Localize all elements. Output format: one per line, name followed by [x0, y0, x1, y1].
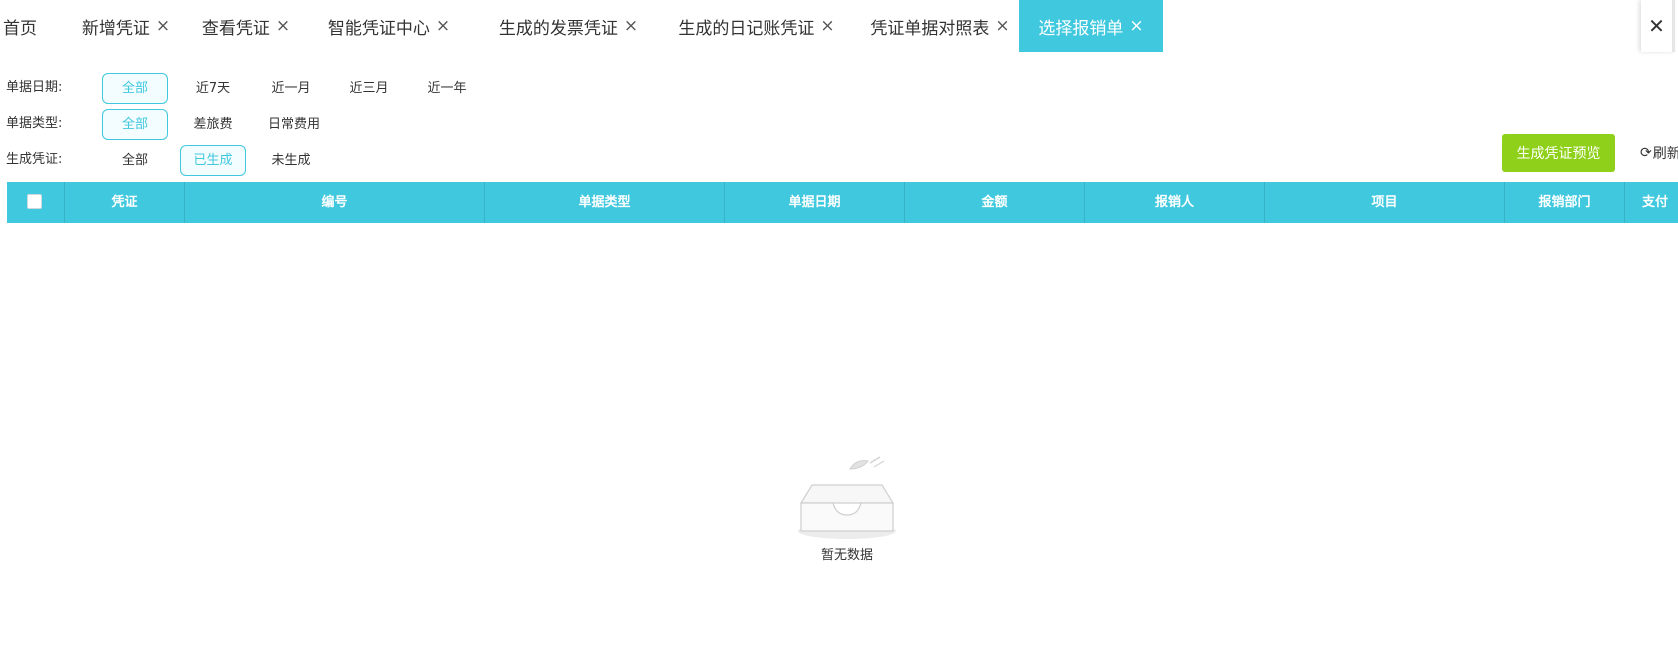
refresh-label: 刷新: [1652, 146, 1678, 162]
tab-smart-voucher-center[interactable]: 智能凭证中心 ×: [318, 0, 460, 52]
filter-date-7days[interactable]: 近7天: [180, 73, 246, 104]
column-header-doc-date[interactable]: 单据日期: [725, 182, 905, 223]
tab-bar: 首页 新增凭证 × 查看凭证 × 智能凭证中心 × 生成的发票凭证 × 生成的日…: [0, 0, 1678, 52]
refresh-icon: ⟳: [1640, 145, 1652, 161]
close-all-tabs-button[interactable]: ✕: [1641, 0, 1675, 52]
close-icon[interactable]: ×: [995, 16, 1009, 36]
column-header-project[interactable]: 项目: [1265, 182, 1505, 223]
filter-date-3months[interactable]: 近三月: [336, 73, 402, 104]
table-header-select-all: [7, 182, 65, 223]
column-header-department[interactable]: 报销部门: [1505, 182, 1625, 223]
tab-voucher-doc-table[interactable]: 凭证单据对照表 ×: [870, 0, 1010, 52]
close-icon[interactable]: ×: [624, 16, 638, 36]
column-header-payment[interactable]: 支付: [1625, 182, 1678, 223]
close-icon[interactable]: ×: [820, 16, 834, 36]
refresh-button[interactable]: ⟳ 刷新: [1640, 143, 1678, 163]
page: 首页 新增凭证 × 查看凭证 × 智能凭证中心 × 生成的发票凭证 × 生成的日…: [0, 0, 1678, 671]
close-icon[interactable]: ×: [276, 16, 290, 36]
tab-label: 生成的日记账凭证: [678, 18, 815, 39]
tab-journal-voucher[interactable]: 生成的日记账凭证 ×: [675, 0, 838, 52]
filter-date-1year[interactable]: 近一年: [414, 73, 480, 104]
tab-home[interactable]: 首页: [0, 0, 40, 52]
column-header-number[interactable]: 编号: [185, 182, 485, 223]
tab-label: 首页: [3, 18, 37, 39]
close-icon[interactable]: ×: [1129, 16, 1143, 36]
tab-label: 生成的发票凭证: [498, 18, 618, 39]
tab-label: 选择报销单: [1038, 18, 1124, 39]
tab-select-expense-report[interactable]: 选择报销单 ×: [1019, 0, 1163, 52]
filter-type-label: 单据类型:: [6, 116, 63, 131]
column-header-claimant[interactable]: 报销人: [1085, 182, 1265, 223]
close-icon[interactable]: ×: [156, 16, 170, 36]
table-header: 凭证 编号 单据类型 单据日期 金额 报销人 项目 报销部门 支付: [7, 182, 1678, 223]
column-header-amount[interactable]: 金额: [905, 182, 1085, 223]
filter-voucher-all[interactable]: 全部: [102, 145, 168, 176]
select-all-checkbox[interactable]: [27, 194, 42, 209]
tab-label: 智能凭证中心: [327, 18, 430, 39]
filter-voucher-not-generated[interactable]: 未生成: [258, 145, 324, 176]
filter-date-label: 单据日期:: [6, 80, 63, 95]
column-header-doc-type[interactable]: 单据类型: [485, 182, 725, 223]
empty-state-text: 暂无数据: [820, 548, 873, 563]
empty-state: 暂无数据: [790, 455, 904, 565]
filter-type-all[interactable]: 全部: [102, 109, 168, 140]
tab-label: 凭证单据对照表: [870, 18, 990, 39]
filter-voucher-label: 生成凭证:: [6, 152, 63, 167]
column-header-voucher[interactable]: 凭证: [65, 182, 185, 223]
close-icon: ✕: [1648, 14, 1665, 38]
filter-date-1month[interactable]: 近一月: [258, 73, 324, 104]
filter-date-all[interactable]: 全部: [102, 73, 168, 104]
filter-voucher-generated[interactable]: 已生成: [180, 145, 246, 176]
tab-label: 新增凭证: [81, 18, 150, 39]
tab-invoice-voucher[interactable]: 生成的发票凭证 ×: [496, 0, 641, 52]
empty-box-icon: [798, 456, 896, 539]
generate-voucher-preview-button[interactable]: 生成凭证预览: [1502, 134, 1615, 172]
tab-view-voucher[interactable]: 查看凭证 ×: [198, 0, 294, 52]
filter-type-daily[interactable]: 日常费用: [258, 109, 330, 140]
close-icon[interactable]: ×: [436, 16, 450, 36]
filter-type-travel[interactable]: 差旅费: [180, 109, 246, 140]
tab-label: 查看凭证: [201, 18, 270, 39]
tab-add-voucher[interactable]: 新增凭证 ×: [78, 0, 174, 52]
